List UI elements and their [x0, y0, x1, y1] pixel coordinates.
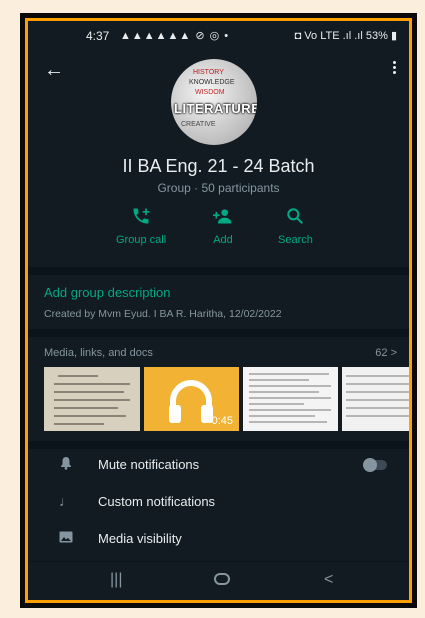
home-icon[interactable]: [214, 572, 230, 590]
section-divider: [28, 329, 409, 337]
created-by-text: Created by Mvm Eyud. I BA R. Haritha, 12…: [44, 308, 282, 320]
add-participant-button[interactable]: Add: [212, 206, 234, 246]
avatar-word-main: LITERATURE: [174, 101, 257, 116]
notification-icons: ▲▲▲▲▲▲ ⊘ ◎ •: [120, 30, 230, 42]
media-count[interactable]: 62 >: [375, 347, 397, 359]
media-visibility-row[interactable]: Media visibility: [28, 526, 409, 556]
custom-notifications-label: Custom notifications: [98, 494, 216, 509]
avatar-word: KNOWLEDGE: [189, 79, 235, 86]
signal-icons: ◘ Vo LTE .ıl .ıl: [294, 30, 363, 42]
system-navigation-bar: ||| <: [28, 561, 409, 600]
add-call-icon: [116, 206, 166, 230]
action-buttons: Group call Add Search: [28, 206, 409, 256]
audio-duration: 0:45: [211, 415, 233, 427]
avatar-word: HISTORY: [193, 69, 224, 76]
section-divider: [28, 267, 409, 275]
avatar-word: CREATIVE: [181, 121, 216, 128]
add-group-description-link[interactable]: Add group description: [44, 285, 170, 300]
group-call-button[interactable]: Group call: [116, 206, 166, 246]
back-nav-icon[interactable]: <: [324, 571, 333, 589]
search-label: Search: [278, 234, 313, 246]
headphones-icon: [169, 380, 213, 423]
search-button[interactable]: Search: [278, 206, 313, 246]
battery-level: 53%: [365, 30, 388, 42]
status-time: 4:37: [86, 29, 110, 43]
group-info-screen: 4:37 ▲▲▲▲▲▲ ⊘ ◎ • ◘ Vo LTE .ıl .ıl 53% ▮…: [25, 18, 412, 603]
media-thumbnail-audio[interactable]: 0:45: [144, 367, 239, 431]
add-label: Add: [213, 234, 233, 246]
section-divider: [28, 441, 409, 449]
add-person-icon: [212, 206, 234, 230]
status-bar: 4:37 ▲▲▲▲▲▲ ⊘ ◎ • ◘ Vo LTE .ıl .ıl 53% ▮: [28, 21, 409, 49]
search-icon: [278, 206, 313, 230]
status-right: ◘ Vo LTE .ıl .ıl 53% ▮: [295, 29, 397, 42]
mute-notifications-row[interactable]: Mute notifications: [28, 452, 409, 482]
back-arrow-icon[interactable]: ←: [44, 59, 64, 82]
music-note-icon: ♩: [59, 493, 73, 509]
custom-notifications-row[interactable]: ♩ Custom notifications: [28, 489, 409, 519]
media-visibility-label: Media visibility: [98, 531, 182, 546]
mute-notifications-label: Mute notifications: [98, 457, 200, 472]
media-thumbnail-document[interactable]: [243, 367, 338, 431]
avatar-word: WISDOM: [195, 89, 225, 96]
group-call-label: Group call: [116, 234, 167, 246]
media-section-title[interactable]: Media, links, and docs: [44, 347, 153, 359]
bell-icon: [58, 456, 74, 473]
recent-apps-icon[interactable]: |||: [110, 571, 122, 589]
group-avatar[interactable]: HISTORY KNOWLEDGE WISDOM LITERATURE CREA…: [171, 59, 257, 145]
image-icon: [58, 530, 74, 546]
media-thumbnail-table[interactable]: [342, 367, 409, 431]
group-name: II BA Eng. 21 - 24 Batch: [122, 156, 315, 176]
mute-toggle[interactable]: [363, 458, 387, 472]
overflow-menu-icon[interactable]: [393, 61, 397, 76]
battery-icon: ▮: [390, 30, 397, 42]
group-participants: Group · 50 participants: [157, 181, 280, 195]
media-thumbnail-document-photo[interactable]: [44, 367, 140, 431]
